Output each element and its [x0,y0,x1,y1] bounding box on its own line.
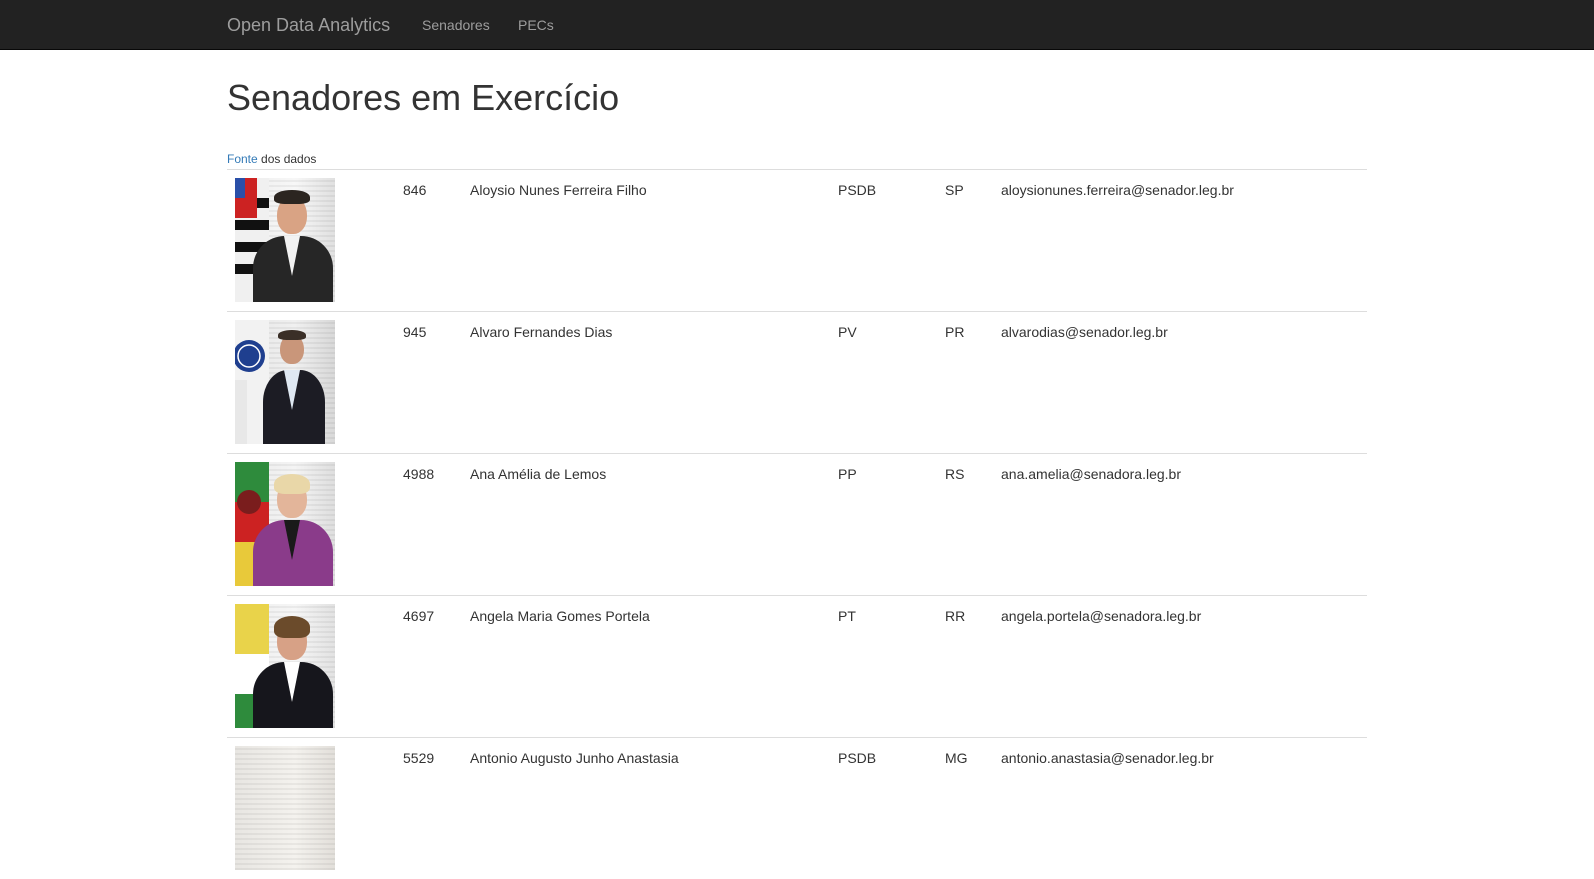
senator-code: 5529 [403,750,435,766]
data-source-link[interactable]: Fonte [227,152,258,166]
senator-name: Alvaro Fernandes Dias [470,324,613,340]
senator-photo [235,320,335,444]
data-source-text: dos dados [257,152,317,166]
senator-uf: RR [945,608,966,624]
senator-email: aloysionunes.ferreira@senador.leg.br [1001,182,1234,198]
table-row: 4988 Ana Amélia de Lemos PP RS ana.ameli… [227,453,1367,595]
brand-link[interactable]: Open Data Analytics [227,0,390,50]
senator-party: PSDB [838,182,877,198]
senator-uf: MG [945,750,968,766]
senator-party: PSDB [838,750,877,766]
senator-code: 945 [403,324,427,340]
table-row: 4697 Angela Maria Gomes Portela PT RR an… [227,595,1367,737]
senator-uf: PR [945,324,965,340]
senator-photo [235,604,335,728]
senator-name: Ana Amélia de Lemos [470,466,607,482]
senator-name: Antonio Augusto Junho Anastasia [470,750,679,766]
senator-uf: SP [945,182,964,198]
senator-code: 4697 [403,608,435,624]
senator-uf: RS [945,466,965,482]
table-row: 846 Aloysio Nunes Ferreira Filho PSDB SP… [227,169,1367,311]
senator-email: ana.amelia@senadora.leg.br [1001,466,1181,482]
nav-link-senadores[interactable]: Senadores [422,0,490,50]
senator-photo [235,746,335,870]
senator-name: Angela Maria Gomes Portela [470,608,650,624]
senator-email: antonio.anastasia@senador.leg.br [1001,750,1214,766]
senator-code: 4988 [403,466,435,482]
data-source-note: Fonte dos dados [227,151,316,167]
nav-link-pecs[interactable]: PECs [518,0,554,50]
top-navbar: Open Data Analytics Senadores PECs [0,0,1594,50]
table-row: 5529 Antonio Augusto Junho Anastasia PSD… [227,737,1367,879]
page-title: Senadores em Exercício [227,77,620,118]
senator-email: alvarodias@senador.leg.br [1001,324,1168,340]
senator-photo [235,178,335,302]
senator-party: PP [838,466,857,482]
senator-code: 846 [403,182,427,198]
senator-party: PT [838,608,856,624]
senator-party: PV [838,324,857,340]
table-row: 945 Alvaro Fernandes Dias PV PR alvarodi… [227,311,1367,453]
senator-name: Aloysio Nunes Ferreira Filho [470,182,647,198]
senator-email: angela.portela@senadora.leg.br [1001,608,1202,624]
senators-table: 846 Aloysio Nunes Ferreira Filho PSDB SP… [227,169,1367,879]
senator-photo [235,462,335,586]
